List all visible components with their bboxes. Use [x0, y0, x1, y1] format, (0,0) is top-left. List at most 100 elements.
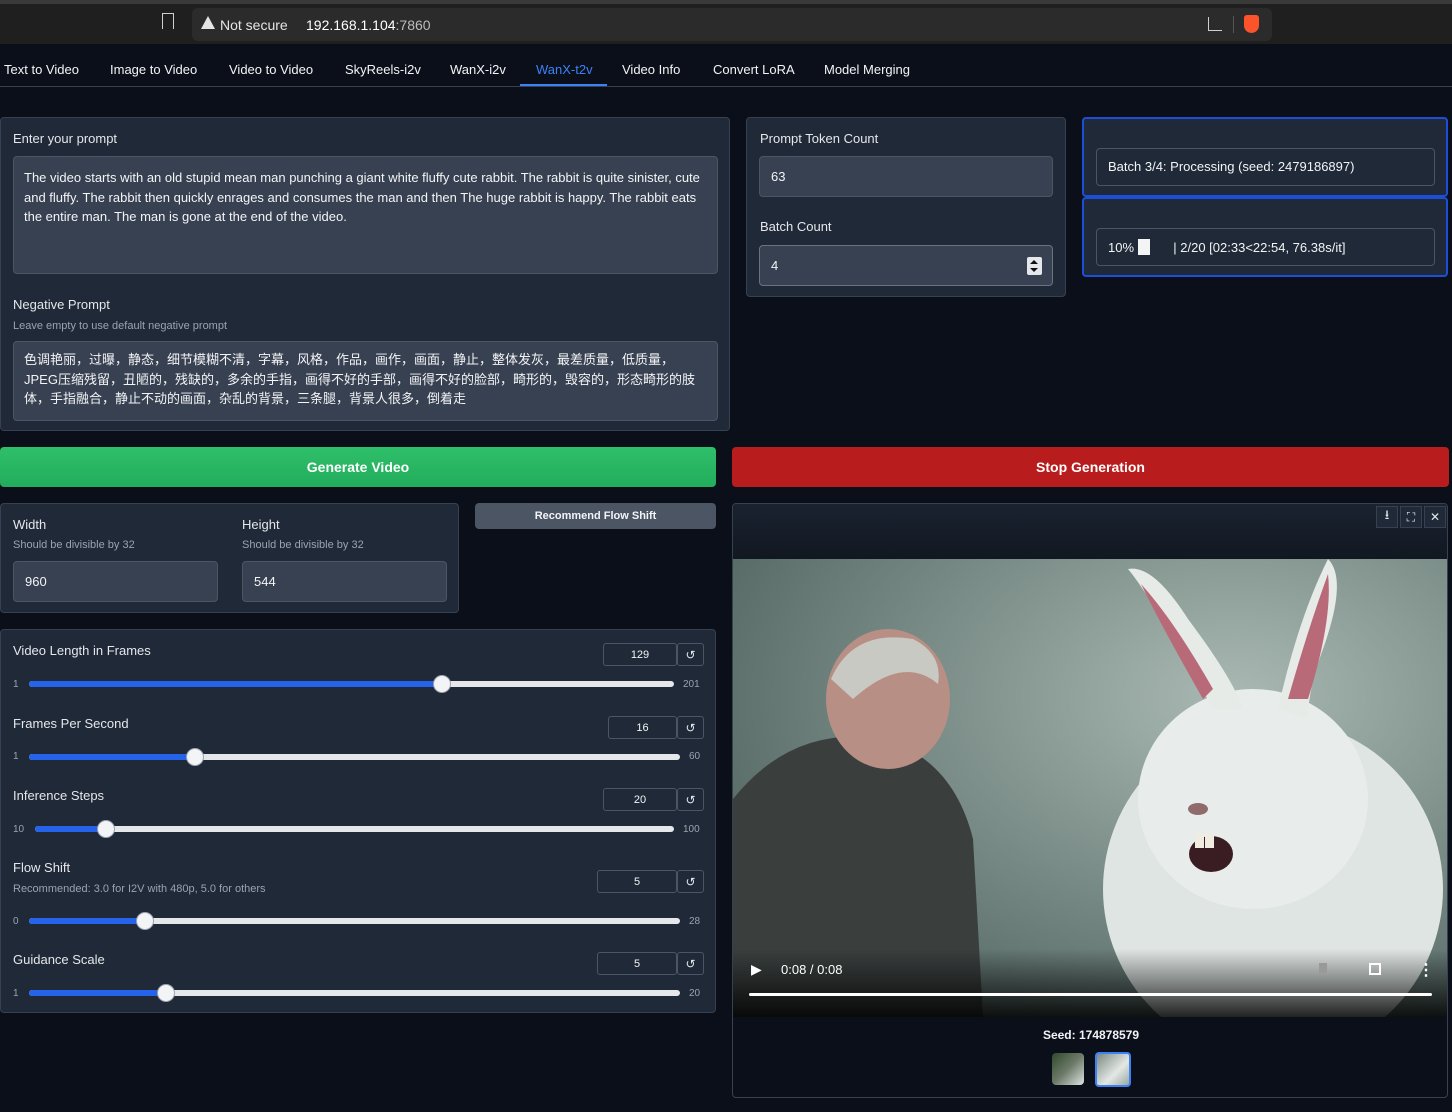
token-count-field: 63	[759, 156, 1053, 197]
flow-shift-label: Flow Shift	[13, 860, 71, 875]
video-length-label: Video Length in Frames	[13, 643, 151, 658]
fps-number[interactable]: 16	[608, 716, 677, 739]
guidance-min: 1	[13, 988, 19, 999]
fps-reset-icon[interactable]: ↺	[677, 716, 704, 739]
steps-min: 10	[13, 824, 25, 835]
prompt-panel: Enter your prompt The video starts with …	[0, 117, 730, 431]
address-bar[interactable]: Not secure 192.168.1.104:7860	[192, 8, 1272, 41]
slider-fill	[29, 681, 442, 687]
share-icon[interactable]	[1208, 17, 1222, 31]
guidance-label: Guidance Scale	[13, 952, 105, 967]
thumbnail-1[interactable]	[1052, 1053, 1084, 1085]
url-host: 192.168.1.104	[306, 17, 396, 33]
width-label: Width	[13, 517, 47, 532]
flow-shift-reset-icon[interactable]: ↺	[677, 870, 704, 893]
tab-video-to-video[interactable]: Video to Video	[229, 62, 313, 77]
generate-video-button[interactable]: Generate Video	[0, 447, 716, 487]
stop-generation-button[interactable]: Stop Generation	[732, 447, 1449, 487]
negative-prompt-hint: Leave empty to use default negative prom…	[13, 320, 228, 332]
batch-status-text: Batch 3/4: Processing (seed: 2479186897)	[1108, 159, 1355, 174]
progress-bar	[1137, 239, 1170, 255]
width-input[interactable]: 960	[13, 561, 218, 602]
tab-image-to-video[interactable]: Image to Video	[110, 62, 197, 77]
flow-shift-number[interactable]: 5	[597, 870, 677, 893]
tab-model-merging[interactable]: Model Merging	[824, 62, 910, 77]
browser-chrome: Not secure 192.168.1.104:7860	[0, 0, 1452, 44]
spinner-icon[interactable]	[1027, 257, 1042, 275]
thumbnail-2[interactable]	[1095, 1052, 1131, 1087]
slider-thumb[interactable]	[96, 820, 115, 838]
video-length-number[interactable]: 129	[603, 643, 677, 666]
fullscreen-video-icon[interactable]	[1369, 963, 1381, 975]
active-tab-indicator	[520, 84, 607, 86]
recommend-flow-shift-button[interactable]: Recommend Flow Shift	[475, 503, 716, 529]
play-icon[interactable]: ▶	[751, 961, 762, 978]
sliders-panel: Video Length in Frames 129 ↺ 1 201 Frame…	[0, 629, 716, 1013]
url-text[interactable]: 192.168.1.104:7860	[306, 17, 431, 33]
width-hint: Should be divisible by 32	[13, 539, 135, 551]
tab-wanx-t2v[interactable]: WanX-t2v	[536, 62, 593, 77]
more-options-icon[interactable]: ⋮	[1418, 960, 1434, 980]
slider-thumb[interactable]	[185, 748, 204, 766]
slider-fill	[29, 754, 195, 760]
video-length-min: 1	[13, 679, 19, 690]
steps-slider[interactable]	[35, 820, 674, 838]
progress-panel: 10% | 2/20 [02:33<22:54, 76.38s/it]	[1082, 197, 1448, 277]
batch-status-panel: Batch 3/4: Processing (seed: 2479186897)	[1082, 117, 1448, 197]
divider	[1233, 16, 1234, 33]
progress-field: 10% | 2/20 [02:33<22:54, 76.38s/it]	[1096, 228, 1435, 266]
negative-prompt-label: Negative Prompt	[13, 297, 110, 312]
video-seek-bar[interactable]	[749, 993, 1432, 996]
batch-count-value: 4	[771, 258, 779, 273]
slider-thumb[interactable]	[432, 675, 451, 693]
progress-detail: | 2/20 [02:33<22:54, 76.38s/it]	[1173, 240, 1346, 255]
guidance-max: 20	[689, 988, 701, 999]
close-icon[interactable]: ✕	[1424, 506, 1446, 528]
security-label[interactable]: Not secure	[220, 17, 288, 33]
guidance-reset-icon[interactable]: ↺	[677, 952, 704, 975]
download-icon[interactable]: ⭳	[1376, 506, 1398, 528]
steps-number[interactable]: 20	[603, 788, 677, 811]
warning-icon[interactable]	[201, 16, 215, 29]
steps-label: Inference Steps	[13, 788, 105, 803]
flow-shift-slider[interactable]	[29, 912, 680, 930]
fps-max: 60	[689, 751, 701, 762]
video-time: 0:08 / 0:08	[781, 962, 843, 977]
batch-count-label: Batch Count	[760, 219, 832, 234]
token-batch-panel: Prompt Token Count 63 Batch Count 4	[746, 117, 1066, 297]
slider-thumb[interactable]	[157, 984, 176, 1002]
tab-video-info[interactable]: Video Info	[622, 62, 680, 77]
tab-skyreels-i2v[interactable]: SkyReels-i2v	[345, 62, 421, 77]
slider-fill	[35, 826, 106, 832]
video-length-max: 201	[683, 679, 700, 690]
slider-fill	[29, 990, 167, 996]
dimensions-panel: Width Should be divisible by 32 960 Heig…	[0, 503, 459, 613]
video-length-slider[interactable]	[29, 675, 674, 693]
guidance-number[interactable]: 5	[597, 952, 677, 975]
fps-slider[interactable]	[29, 748, 680, 766]
slider-thumb[interactable]	[136, 912, 155, 930]
height-value: 544	[254, 574, 276, 589]
volume-icon[interactable]	[1319, 963, 1327, 973]
negative-prompt-textarea[interactable]: 色调艳丽，过曝，静态，细节模糊不清，字幕，风格，作品，画作，画面，静止，整体发灰…	[13, 341, 718, 421]
width-value: 960	[25, 574, 47, 589]
guidance-slider[interactable]	[29, 984, 680, 1002]
token-count-value: 63	[771, 169, 786, 184]
batch-status-field: Batch 3/4: Processing (seed: 2479186897)	[1096, 148, 1435, 186]
steps-reset-icon[interactable]: ↺	[677, 788, 704, 811]
tab-convert-lora[interactable]: Convert LoRA	[713, 62, 795, 77]
prompt-textarea[interactable]: The video starts with an old stupid mean…	[13, 156, 718, 274]
progress-bar-fill	[1137, 239, 1150, 255]
flow-shift-max: 28	[689, 916, 701, 927]
batch-count-input[interactable]: 4	[759, 245, 1053, 286]
height-input[interactable]: 544	[242, 561, 447, 602]
fullscreen-icon[interactable]: ⛶	[1400, 506, 1422, 528]
video-length-reset-icon[interactable]: ↺	[677, 643, 704, 666]
height-label: Height	[242, 517, 280, 532]
tab-wanx-i2v[interactable]: WanX-i2v	[450, 62, 506, 77]
tab-text-to-video[interactable]: Text to Video	[4, 62, 79, 77]
brave-shield-icon[interactable]	[1244, 15, 1259, 33]
bookmark-icon[interactable]	[162, 13, 174, 29]
tab-bar: Text to Video Image to Video Video to Vi…	[0, 44, 1452, 87]
prompt-text: The video starts with an old stupid mean…	[24, 170, 700, 224]
